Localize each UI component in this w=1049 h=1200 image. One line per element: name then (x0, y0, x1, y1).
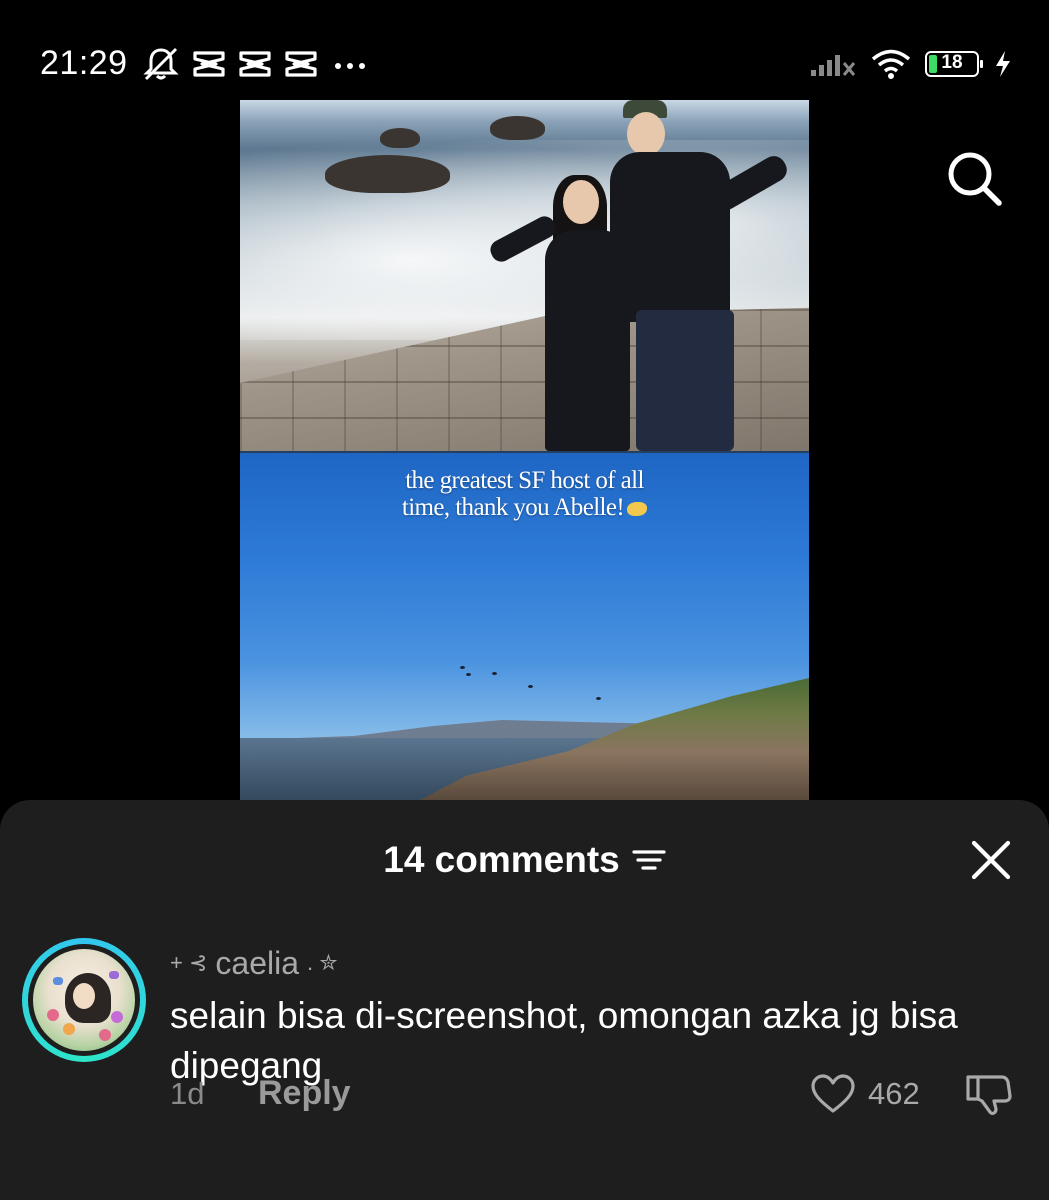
comment-author[interactable]: + ⊰ caelia . ✮ (170, 945, 338, 981)
caption-line-2: time, thank you Abelle! (401, 494, 625, 521)
status-time: 21:29 (40, 44, 128, 82)
like-count: 462 (868, 1076, 920, 1111)
capcut-icon (193, 51, 225, 77)
close-button[interactable] (968, 837, 1014, 883)
signal-icon (811, 55, 856, 76)
comment-item: + ⊰ caelia . ✮ selain bisa di-screenshot… (0, 935, 1049, 1195)
comments-header: 14 comments (0, 838, 1049, 882)
username-prefix: + ⊰ (170, 950, 208, 975)
battery-icon: 18 (925, 51, 983, 77)
capcut-icon (239, 51, 271, 77)
mute-icon (143, 47, 179, 81)
image-caption: the greatest SF host of all time, thank … (240, 467, 809, 521)
comment-time: 1d (170, 1076, 205, 1111)
post-image[interactable]: the greatest SF host of all time, thank … (240, 100, 809, 800)
comments-count-title: 14 comments (383, 839, 620, 880)
photo-top-beach (240, 100, 809, 451)
username-suffix: . ✮ (307, 950, 338, 975)
avatar[interactable] (22, 938, 146, 1062)
photo-bottom-sky: the greatest SF host of all time, thank … (240, 453, 809, 800)
handshake-emoji-icon (627, 502, 648, 517)
more-dots-icon (335, 63, 365, 69)
heart-icon (811, 1074, 855, 1113)
username: caelia (215, 944, 300, 981)
status-right-icons: 18 (809, 44, 1013, 84)
dislike-button[interactable] (964, 1071, 1014, 1117)
status-left-icons (142, 44, 370, 84)
capcut-icon (285, 51, 317, 77)
battery-level: 18 (941, 52, 963, 73)
close-icon (971, 840, 1011, 880)
status-bar: 21:29 18 (0, 0, 1049, 96)
avatar-image (33, 949, 135, 1051)
thumbs-down-icon (966, 1075, 1012, 1116)
caption-line-1: the greatest SF host of all (405, 467, 644, 494)
wifi-icon (871, 49, 911, 79)
search-icon (948, 152, 1002, 206)
reply-button[interactable]: Reply (258, 1074, 351, 1113)
like-button[interactable]: 462 (810, 1073, 920, 1115)
sort-icon[interactable] (632, 845, 666, 875)
charging-icon (996, 51, 1010, 77)
comments-sheet: 14 comments + ⊰ caelia . ✮ selain bisa d… (0, 800, 1049, 1200)
search-button[interactable] (944, 148, 1004, 208)
